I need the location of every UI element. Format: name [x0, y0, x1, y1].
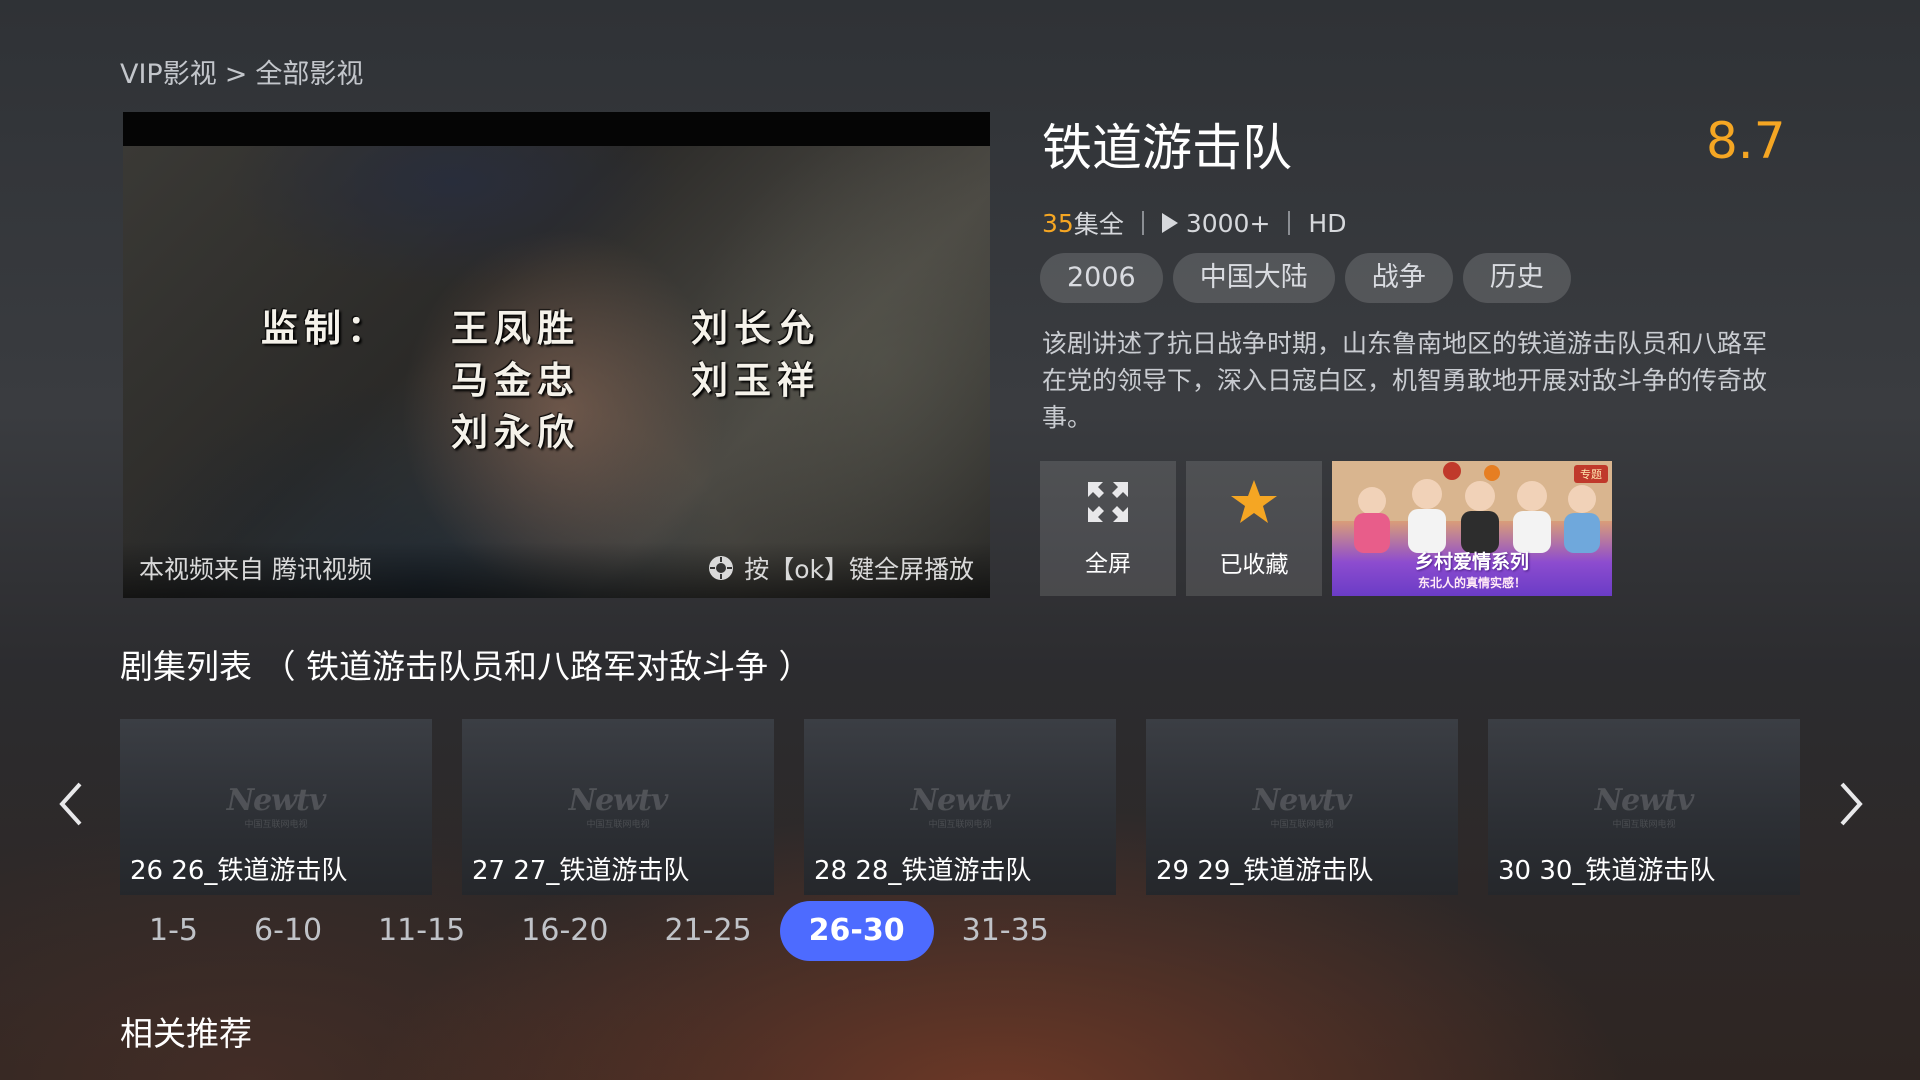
newtv-watermark-sub: 中国互联网电视 — [244, 820, 308, 830]
episode-range-tabs: 1-5 6-10 11-15 16-20 21-25 26-30 31-35 — [121, 901, 1077, 961]
newtv-watermark: Newtv — [568, 783, 669, 818]
tab-range-11-15[interactable]: 11-15 — [350, 901, 493, 961]
credits-name: 王凤胜 — [451, 306, 580, 350]
chevron-left-icon[interactable] — [56, 780, 86, 828]
episode-card[interactable]: Newtv 中国互联网电视 28 28_铁道游击队 — [804, 719, 1116, 895]
show-meta: 35 集全 3000+ HD — [1042, 205, 1346, 241]
episode-card[interactable]: Newtv 中国互联网电视 30 30_铁道游击队 — [1488, 719, 1800, 895]
promo-banner[interactable]: 专题 乡村爱情系列 东北人的真情实感！ — [1332, 461, 1612, 596]
credits-name: 刘长允 — [691, 306, 820, 350]
promo-title: 乡村爱情系列 — [1414, 551, 1529, 573]
tag-genre-history[interactable]: 历史 — [1462, 253, 1571, 303]
show-description: 该剧讲述了抗日战争时期，山东鲁南地区的铁道游击队员和八路军在党的领导下，深入日寇… — [1042, 329, 1768, 432]
newtv-watermark-sub: 中国互联网电视 — [1612, 820, 1676, 830]
fullscreen-button[interactable]: 全屏 — [1040, 461, 1176, 596]
episode-list-title: 剧集列表 （ 铁道游击队员和八路军对敌斗争 ） — [120, 647, 812, 686]
episode-label: 28 28_铁道游击队 — [814, 856, 1032, 886]
video-letterbox — [123, 112, 990, 146]
action-bar: 全屏 已收藏 专题 乡村爱情系列 东北人的真情实感！ — [1040, 461, 1612, 596]
promo-badge: 专题 — [1574, 465, 1608, 483]
fullscreen-hint-text: 按【ok】键全屏播放 — [744, 555, 974, 584]
favorite-button[interactable]: 已收藏 — [1186, 461, 1322, 596]
credits-name: 刘玉祥 — [691, 358, 820, 402]
credits-name: 马金忠 — [451, 358, 580, 402]
meta-divider — [1141, 211, 1144, 235]
video-player[interactable]: 监制： 王凤胜 刘长允 马金忠 刘玉祥 刘永欣 本视频来自 腾讯视频 按【ok】键全屏… — [123, 112, 990, 598]
episode-label: 26 26_铁道游击队 — [130, 856, 348, 886]
favorite-button-label: 已收藏 — [1219, 551, 1289, 578]
episode-label: 29 29_铁道游击队 — [1156, 856, 1374, 886]
newtv-watermark: Newtv — [226, 783, 327, 818]
play-count-icon — [1161, 213, 1178, 233]
episode-count-suffix: 集全 — [1073, 210, 1124, 239]
fullscreen-icon — [1086, 480, 1130, 530]
episode-label: 30 30_铁道游击队 — [1498, 856, 1716, 886]
fullscreen-button-label: 全屏 — [1085, 550, 1131, 577]
episode-card[interactable]: Newtv 中国互联网电视 27 27_铁道游击队 — [462, 719, 774, 895]
newtv-watermark: Newtv — [1252, 783, 1353, 818]
tag-year[interactable]: 2006 — [1040, 253, 1163, 303]
breadcrumb-current: 全部影视 — [255, 59, 364, 90]
video-credits: 监制： 王凤胜 刘长允 马金忠 刘玉祥 刘永欣 — [261, 302, 901, 458]
newtv-watermark-sub: 中国互联网电视 — [586, 820, 650, 830]
episode-carousel: Newtv 中国互联网电视 26 26_铁道游击队 Newtv 中国互联网电视 … — [120, 719, 1800, 895]
episode-label: 27 27_铁道游击队 — [472, 856, 690, 886]
credits-row: 监制： 王凤胜 刘长允 — [261, 302, 901, 354]
newtv-watermark: Newtv — [1594, 783, 1695, 818]
play-count: 3000+ — [1185, 208, 1271, 238]
newtv-watermark: Newtv — [910, 783, 1011, 818]
episode-card[interactable]: Newtv 中国互联网电视 26 26_铁道游击队 — [120, 719, 432, 895]
show-tags: 2006 中国大陆 战争 历史 — [1040, 253, 1571, 303]
credits-row: 马金忠 刘玉祥 — [261, 354, 901, 406]
episode-count: 35 — [1042, 208, 1074, 238]
newtv-watermark-sub: 中国互联网电视 — [928, 820, 992, 830]
credits-label: 监制： — [261, 306, 390, 350]
promo-subtitle: 东北人的真情实感！ — [1417, 576, 1526, 590]
breadcrumb-parent[interactable]: VIP影视 — [120, 59, 217, 90]
credits-name: 刘永欣 — [451, 410, 580, 454]
newtv-watermark-sub: 中国互联网电视 — [1270, 820, 1334, 830]
chevron-right-icon[interactable] — [1836, 780, 1866, 828]
episode-card[interactable]: Newtv 中国互联网电视 29 29_铁道游击队 — [1146, 719, 1458, 895]
tag-genre-war[interactable]: 战争 — [1344, 253, 1453, 303]
breadcrumb-separator: > — [224, 59, 248, 90]
tab-range-1-5[interactable]: 1-5 — [121, 901, 226, 961]
star-icon — [1230, 479, 1278, 531]
breadcrumb: VIP影视 > 全部影视 — [120, 52, 363, 91]
quality-badge: HD — [1308, 208, 1347, 238]
show-title: 铁道游击队 — [1042, 119, 1292, 177]
ok-remote-icon — [708, 555, 734, 581]
tab-range-31-35[interactable]: 31-35 — [934, 901, 1077, 961]
tab-range-26-30[interactable]: 26-30 — [779, 901, 934, 961]
related-title: 相关推荐 — [120, 1014, 252, 1053]
tab-range-6-10[interactable]: 6-10 — [226, 901, 350, 961]
show-score: 8.7 — [1706, 112, 1786, 170]
meta-divider — [1288, 211, 1291, 235]
tab-range-21-25[interactable]: 21-25 — [636, 901, 779, 961]
tab-range-16-20[interactable]: 16-20 — [493, 901, 636, 961]
video-source-text: 本视频来自 腾讯视频 — [139, 555, 372, 584]
tag-region[interactable]: 中国大陆 — [1172, 253, 1335, 303]
credits-row: 刘永欣 — [261, 406, 901, 458]
fullscreen-hint: 按【ok】键全屏播放 — [708, 550, 974, 586]
